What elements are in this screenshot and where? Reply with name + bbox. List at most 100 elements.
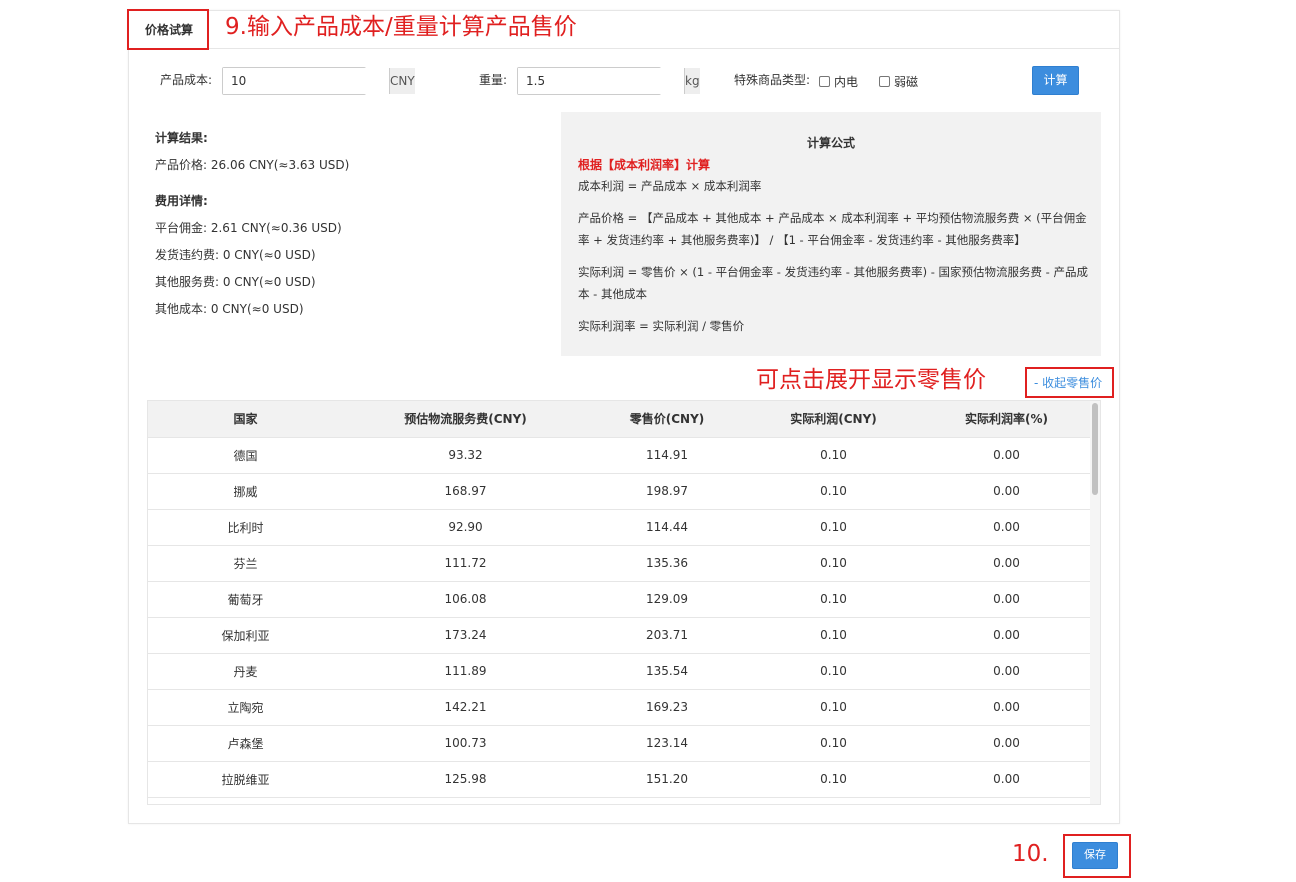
fee-other-cost: 其他成本: 0 CNY(≈0 USD)	[155, 302, 304, 316]
cell-actual-profit: 0.10	[746, 617, 921, 654]
col-logistics-fee: 预估物流服务费(CNY)	[343, 401, 588, 438]
cell-country: 保加利亚	[148, 617, 343, 654]
table-row: 立陶宛 142.21 169.23 0.10 0.00	[148, 689, 1092, 726]
calculate-button[interactable]: 计算	[1032, 66, 1079, 95]
step9-annotation: 9.输入产品成本/重量计算产品售价	[225, 14, 577, 40]
fee-detail-title: 费用详情:	[155, 194, 208, 208]
cell-actual-profit: 0.10	[746, 437, 921, 474]
checkbox-weak-magnetic[interactable]: 弱磁	[879, 73, 918, 90]
cell-actual-profit: 0.10	[746, 689, 921, 726]
cell-actual-profit-rate: 0.00	[921, 437, 1092, 474]
formula-box: 计算公式 根据【成本利润率】计算 成本利润 = 产品成本 × 成本利润率 产品价…	[561, 112, 1101, 356]
table-row: 挪威 168.97 198.97 0.10 0.00	[148, 473, 1092, 510]
table-row: 比利时 92.90 114.44 0.10 0.00	[148, 509, 1092, 546]
fee-platform-commission: 平台佣金: 2.61 CNY(≈0.36 USD)	[155, 221, 342, 235]
cell-country: 葡萄牙	[148, 581, 343, 618]
cell-logistics-fee: 93.32	[343, 437, 588, 474]
save-button[interactable]: 保存	[1072, 842, 1118, 869]
cell-country: 挪威	[148, 473, 343, 510]
table-row: 葡萄牙 106.08 129.09 0.10 0.00	[148, 581, 1092, 618]
cell-country: 比利时	[148, 509, 343, 546]
cell-retail-price: 151.20	[588, 761, 746, 798]
cell-actual-profit-rate: 0.00	[921, 761, 1092, 798]
cell-country: 德国	[148, 437, 343, 474]
cell-logistics-fee: 111.72	[343, 545, 588, 582]
tab-highlight-box	[127, 9, 209, 50]
special-type-label: 特殊商品类型:	[734, 73, 811, 87]
cell-actual-profit: 0.10	[746, 509, 921, 546]
cell-country: 丹麦	[148, 653, 343, 690]
checkbox-weak-magnetic-box[interactable]	[879, 76, 890, 87]
cell-actual-profit-rate: 0.00	[921, 725, 1092, 762]
table-row: 卢森堡 100.73 123.14 0.10 0.00	[148, 725, 1092, 762]
retail-price-table-wrap: 国家 预估物流服务费(CNY) 零售价(CNY) 实际利润(CNY) 实际利润率…	[147, 400, 1101, 805]
cost-input-group: CNY	[222, 67, 415, 95]
weight-label: 重量:	[479, 73, 508, 87]
formula-actual-profit-rate: 实际利润率 = 实际利润 / 零售价	[578, 319, 745, 333]
formula-cost-profit: 成本利润 = 产品成本 × 成本利润率	[578, 179, 762, 193]
cell-retail-price: 135.36	[588, 545, 746, 582]
cell-actual-profit-rate: 0.00	[921, 689, 1092, 726]
cell-actual-profit-rate: 0.00	[921, 473, 1092, 510]
cell-country: 立陶宛	[148, 689, 343, 726]
cell-actual-profit-rate: 0.00	[921, 545, 1092, 582]
col-actual-profit-rate: 实际利润率(%)	[921, 401, 1092, 438]
table-row: 拉脱维亚 125.98 151.20 0.10 0.00	[148, 761, 1092, 798]
cell-logistics-fee: 125.98	[343, 761, 588, 798]
fee-other-service: 其他服务费: 0 CNY(≈0 USD)	[155, 275, 316, 289]
table-row: 丹麦 111.89 135.54 0.10 0.00	[148, 653, 1092, 690]
col-actual-profit: 实际利润(CNY)	[746, 401, 921, 438]
table-scrollbar[interactable]	[1090, 401, 1100, 804]
fee-shipping-penalty: 发货违约费: 0 CNY(≈0 USD)	[155, 248, 316, 262]
cost-unit: CNY	[389, 68, 415, 94]
cell-logistics-fee: 92.90	[343, 509, 588, 546]
cell-country: 芬兰	[148, 545, 343, 582]
weight-input-group: kg	[517, 67, 700, 95]
formula-basis: 根据【成本利润率】计算	[578, 158, 711, 172]
formula-actual-profit: 实际利润 = 零售价 × (1 - 平台佣金率 - 发货违约率 - 其他服务费率…	[578, 265, 1088, 301]
cell-logistics-fee: 100.73	[343, 725, 588, 762]
cell-country: 拉脱维亚	[148, 761, 343, 798]
cell-country: 卢森堡	[148, 725, 343, 762]
retail-price-table: 国家 预估物流服务费(CNY) 零售价(CNY) 实际利润(CNY) 实际利润率…	[148, 401, 1092, 798]
formula-title: 计算公式	[806, 136, 855, 150]
cell-actual-profit-rate: 0.00	[921, 653, 1092, 690]
cell-actual-profit-rate: 0.00	[921, 581, 1092, 618]
checkbox-weak-magnetic-label: 弱磁	[894, 75, 919, 89]
table-row: 芬兰 111.72 135.36 0.10 0.00	[148, 545, 1092, 582]
cost-label: 产品成本:	[160, 73, 213, 87]
cost-input[interactable]	[223, 68, 389, 94]
cell-logistics-fee: 111.89	[343, 653, 588, 690]
collapse-retail-price-link[interactable]: - 收起零售价	[1034, 374, 1102, 391]
cell-retail-price: 203.71	[588, 617, 746, 654]
cell-retail-price: 129.09	[588, 581, 746, 618]
expand-hint-annotation: 可点击展开显示零售价	[756, 367, 986, 393]
cell-retail-price: 114.44	[588, 509, 746, 546]
cell-actual-profit: 0.10	[746, 473, 921, 510]
formula-product-price: 产品价格 = 【产品成本 + 其他成本 + 产品成本 × 成本利润率 + 平均预…	[578, 211, 1087, 247]
col-retail-price: 零售价(CNY)	[588, 401, 746, 438]
col-country: 国家	[148, 401, 343, 438]
checkbox-battery[interactable]: 内电	[819, 73, 858, 90]
cell-actual-profit: 0.10	[746, 581, 921, 618]
step10-annotation: 10.	[1012, 841, 1049, 867]
weight-input[interactable]	[518, 68, 684, 94]
cell-retail-price: 198.97	[588, 473, 746, 510]
cell-retail-price: 169.23	[588, 689, 746, 726]
checkbox-battery-label: 内电	[834, 75, 859, 89]
cell-logistics-fee: 142.21	[343, 689, 588, 726]
result-title: 计算结果:	[155, 131, 208, 145]
cell-actual-profit: 0.10	[746, 725, 921, 762]
cell-retail-price: 123.14	[588, 725, 746, 762]
checkbox-battery-box[interactable]	[819, 76, 830, 87]
table-scrollbar-thumb[interactable]	[1092, 403, 1098, 495]
cell-actual-profit-rate: 0.00	[921, 509, 1092, 546]
table-row: 德国 93.32 114.91 0.10 0.00	[148, 437, 1092, 474]
cell-actual-profit: 0.10	[746, 653, 921, 690]
cell-logistics-fee: 106.08	[343, 581, 588, 618]
table-header-row: 国家 预估物流服务费(CNY) 零售价(CNY) 实际利润(CNY) 实际利润率…	[148, 401, 1092, 438]
cell-actual-profit: 0.10	[746, 545, 921, 582]
cell-actual-profit-rate: 0.00	[921, 617, 1092, 654]
cell-retail-price: 114.91	[588, 437, 746, 474]
cell-logistics-fee: 168.97	[343, 473, 588, 510]
